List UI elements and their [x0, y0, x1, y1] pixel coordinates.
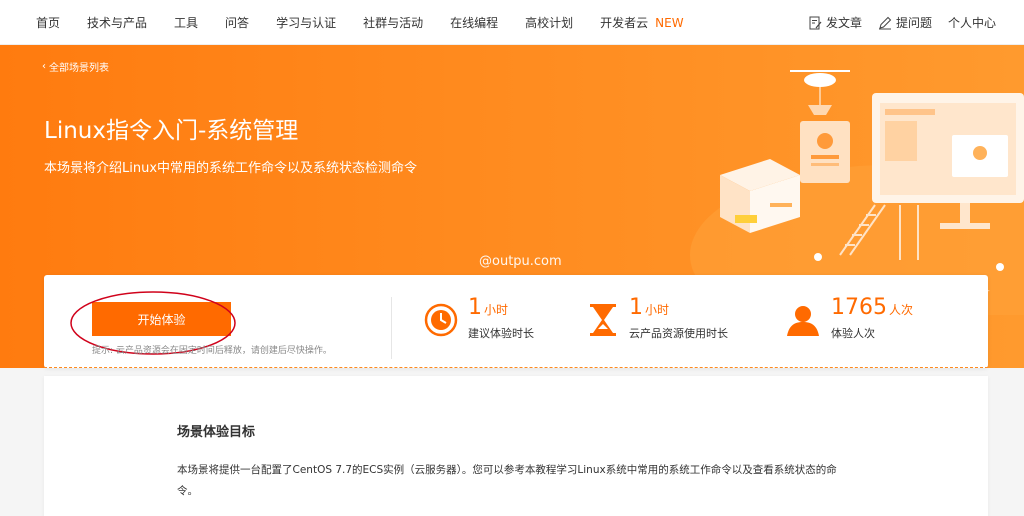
stat-unit: 小时	[484, 303, 509, 317]
stat-label: 体验人次	[831, 327, 875, 340]
stat-unit: 小时	[645, 303, 670, 317]
nav-item-tech-products[interactable]: 技术与产品	[87, 14, 147, 31]
post-article-button[interactable]: 发文章	[809, 14, 862, 31]
section-title: 场景体验目标	[177, 425, 256, 440]
stat-label: 建议体验时长	[468, 327, 534, 340]
stat-body: 1765 人次 体验人次	[831, 295, 913, 341]
scenario-goal-card: 场景体验目标 本场景将提供一台配置了CentOS 7.7的ECS实例（云服务器）…	[44, 376, 988, 516]
nav-item-qa[interactable]: 问答	[225, 14, 249, 31]
stat-participants: 1765 人次 体验人次	[785, 295, 913, 355]
profile-card-icon	[800, 121, 850, 183]
nav-item-developer-cloud[interactable]: 开发者云 NEW	[600, 14, 683, 31]
stat-body: 1 小时 建议体验时长	[468, 295, 534, 341]
personal-center-label: 个人中心	[947, 16, 996, 30]
clock-icon	[424, 303, 458, 337]
drone-icon	[790, 70, 850, 115]
stat-suggested-duration: 1 小时 建议体验时长	[424, 295, 534, 355]
nav-item-online-coding[interactable]: 在线编程	[450, 14, 498, 31]
stats-card: 开始体验 提示: 云产品资源会在固定时间后释放，请创建后尽快操作。 1 小时 建…	[44, 275, 988, 368]
post-article-label: 发文章	[825, 16, 862, 30]
stat-resource-duration: 1 小时 云产品资源使用时长	[587, 295, 728, 355]
nav-item-community[interactable]: 社群与活动	[363, 14, 423, 31]
stat-value: 1 小时	[468, 295, 534, 321]
chevron-left-icon: ‹	[42, 61, 46, 72]
pencil-icon	[878, 16, 892, 29]
ask-question-button[interactable]: 提问题	[878, 14, 932, 31]
nav-item-tools[interactable]: 工具	[174, 14, 198, 31]
stat-label: 云产品资源使用时长	[629, 327, 728, 340]
page-subtitle: 本场景将介绍Linux中常用的系统工作命令以及系统状态检测命令	[44, 161, 418, 176]
new-badge: NEW	[655, 15, 684, 30]
document-edit-icon	[809, 16, 822, 29]
stat-value: 1765 人次	[831, 295, 913, 321]
stat-number: 1	[629, 295, 643, 320]
watermark-text: @outpu.com	[479, 254, 562, 269]
dashed-divider	[44, 367, 988, 368]
ask-question-label: 提问题	[895, 16, 932, 30]
top-navigation: 首页 技术与产品 工具 问答 学习与认证 社群与活动 在线编程 高校计划 开发者…	[0, 0, 1024, 45]
personal-center-link[interactable]: 个人中心	[948, 14, 996, 31]
stat-number: 1	[468, 295, 482, 320]
back-link-label: 全部场景列表	[49, 63, 109, 74]
user-actions: 发文章 提问题 个人中心	[793, 0, 996, 45]
stat-number: 1765	[831, 295, 887, 320]
vertical-divider	[391, 297, 392, 359]
back-to-scenario-list-link[interactable]: ‹ 全部场景列表	[42, 59, 109, 74]
stat-unit: 人次	[889, 303, 914, 317]
nav-item-home[interactable]: 首页	[36, 14, 60, 31]
stat-value: 1 小时	[629, 295, 728, 321]
user-icon	[787, 306, 819, 336]
page-title: Linux指令入门-系统管理	[44, 118, 299, 144]
resource-release-hint: 提示: 云产品资源会在固定时间后释放，请创建后尽快操作。	[92, 346, 332, 356]
nav-item-learning[interactable]: 学习与认证	[276, 14, 336, 31]
main-nav: 首页 技术与产品 工具 问答 学习与认证 社群与活动 在线编程 高校计划 开发者…	[0, 14, 711, 31]
stat-body: 1 小时 云产品资源使用时长	[629, 295, 728, 341]
nav-item-developer-cloud-label: 开发者云	[600, 15, 649, 30]
nav-item-campus[interactable]: 高校计划	[525, 14, 573, 31]
hourglass-icon	[590, 304, 616, 336]
section-text: 本场景将提供一台配置了CentOS 7.7的ECS实例（云服务器）。您可以参考本…	[177, 464, 837, 497]
